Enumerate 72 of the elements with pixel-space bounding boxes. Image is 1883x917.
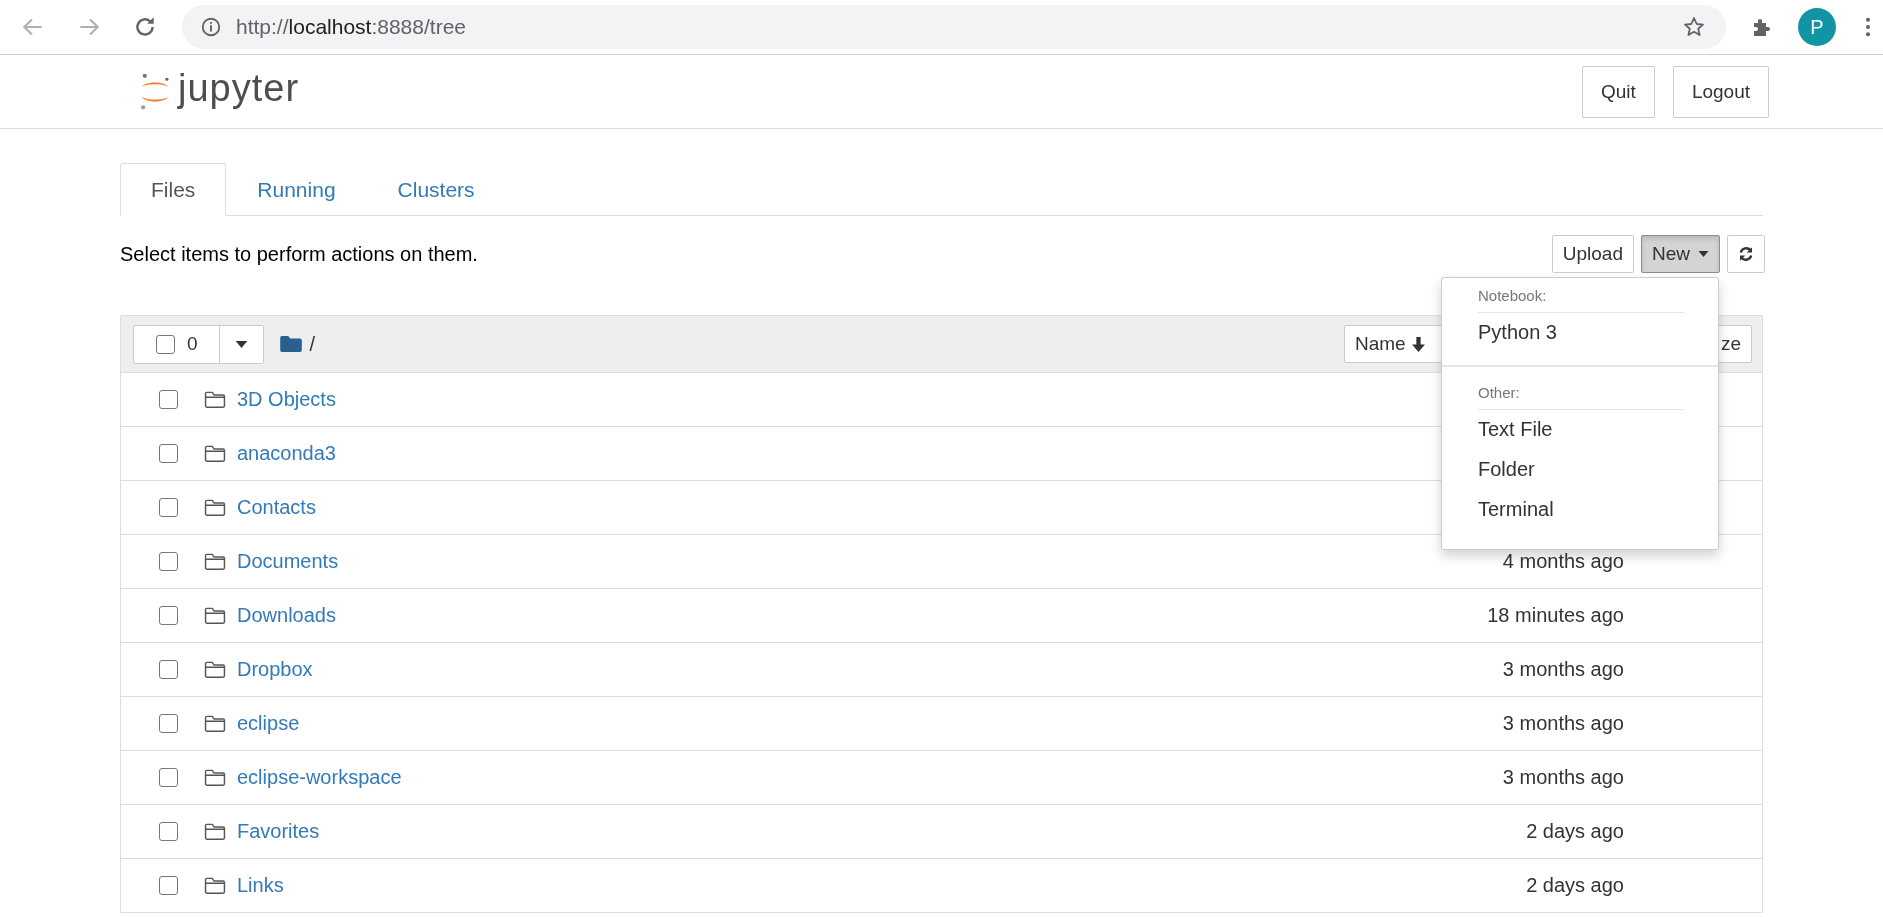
refresh-button[interactable] <box>1727 235 1765 273</box>
folder-link[interactable]: eclipse <box>237 712 300 735</box>
url-text: http://localhost:8888/tree <box>236 15 466 39</box>
file-row[interactable]: Links 2 days ago <box>121 859 1762 913</box>
file-row[interactable]: Downloads 18 minutes ago <box>121 589 1762 643</box>
folder-link[interactable]: eclipse-workspace <box>237 766 402 789</box>
file-row[interactable]: eclipse-workspace 3 months ago <box>121 751 1762 805</box>
folder-link[interactable]: Dropbox <box>237 658 313 681</box>
checkbox[interactable] <box>159 606 178 625</box>
file-row[interactable]: Dropbox 3 months ago <box>121 643 1762 697</box>
checkbox[interactable] <box>159 660 178 679</box>
modified-time: 3 months ago <box>1502 712 1624 735</box>
modified-time: 2 days ago <box>1526 874 1624 897</box>
refresh-icon <box>1737 245 1755 263</box>
folder-link[interactable]: Favorites <box>237 820 320 843</box>
info-icon[interactable] <box>200 16 222 38</box>
folder-link[interactable]: 3D Objects <box>237 388 336 411</box>
folder-icon <box>204 444 226 463</box>
folder-link[interactable]: Downloads <box>237 604 336 627</box>
header-button[interactable]: Logout <box>1672 65 1769 118</box>
tab[interactable]: Files <box>120 163 227 216</box>
caret-icon <box>1698 251 1709 257</box>
file-row[interactable]: Favorites 2 days ago <box>121 805 1762 859</box>
checkbox[interactable] <box>159 444 178 463</box>
breadcrumb-path[interactable]: / <box>309 332 316 356</box>
sort-button[interactable]: Name <box>1344 325 1444 363</box>
instruction-text: Select items to perform actions on them. <box>120 242 478 266</box>
menu-icon[interactable] <box>1865 16 1871 38</box>
checkbox[interactable] <box>159 768 178 787</box>
tab[interactable]: Running <box>226 163 367 216</box>
checkbox[interactable] <box>159 714 178 733</box>
logo-text[interactable]: jupyter <box>178 67 300 110</box>
modified-time: 3 months ago <box>1502 766 1624 789</box>
modified-time: 18 minutes ago <box>1487 604 1624 627</box>
arrow-down-icon <box>1411 336 1425 352</box>
header-button[interactable]: Quit <box>1582 65 1655 118</box>
folder-link[interactable]: Links <box>237 874 284 897</box>
tab[interactable]: Clusters <box>366 163 506 216</box>
folder-icon <box>204 876 226 895</box>
menu-section-header: Notebook: <box>1478 284 1684 313</box>
new-dropdown-button[interactable]: New <box>1641 235 1720 273</box>
folder-icon <box>204 660 226 679</box>
folder-icon <box>204 822 226 841</box>
modified-time: 3 months ago <box>1502 658 1624 681</box>
checkbox[interactable] <box>159 552 178 571</box>
folder-icon <box>204 552 226 571</box>
menu-item[interactable]: Terminal <box>1442 490 1718 530</box>
folder-icon <box>204 498 226 517</box>
checkbox[interactable] <box>159 498 178 517</box>
file-row[interactable]: eclipse 3 months ago <box>121 697 1762 751</box>
folder-icon <box>204 714 226 733</box>
upload-button[interactable]: Upload <box>1551 235 1634 273</box>
checkbox[interactable] <box>159 876 178 895</box>
star-icon[interactable] <box>1682 15 1706 39</box>
folder-icon <box>204 390 226 409</box>
folder-link[interactable]: Contacts <box>237 496 316 519</box>
caret-icon <box>234 340 248 348</box>
folder-link[interactable]: Documents <box>237 550 339 573</box>
profile-avatar[interactable]: P <box>1798 8 1836 46</box>
checkbox[interactable] <box>159 390 178 409</box>
selected-count: 0 <box>187 333 198 355</box>
checkbox[interactable] <box>159 822 178 841</box>
folder-link[interactable]: anaconda3 <box>237 442 336 465</box>
modified-time: 4 months ago <box>1502 550 1624 573</box>
modified-time: 2 days ago <box>1526 820 1624 843</box>
address-bar[interactable]: http://localhost:8888/tree <box>182 5 1726 49</box>
folder-icon <box>204 606 226 625</box>
folder-icon[interactable] <box>279 335 302 353</box>
checkbox[interactable] <box>156 334 175 354</box>
menu-item[interactable]: Python 3 <box>1442 313 1718 353</box>
folder-icon <box>204 768 226 787</box>
menu-section-header: Other: <box>1478 381 1684 410</box>
